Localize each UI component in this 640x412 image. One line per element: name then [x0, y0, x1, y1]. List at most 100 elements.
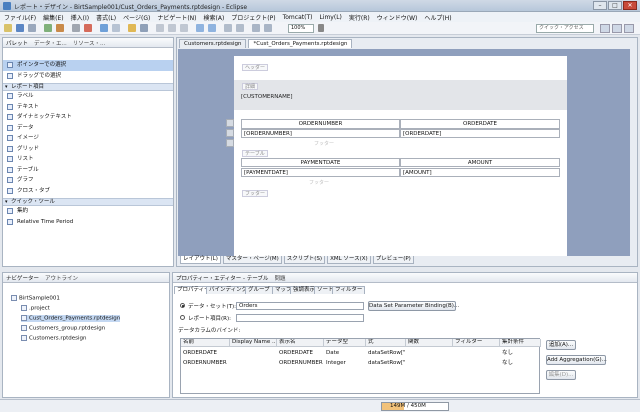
- col-display-name[interactable]: 表示名: [277, 339, 324, 347]
- zoom-out-icon[interactable]: [252, 24, 260, 32]
- add-aggregation-button[interactable]: Add Aggregation(G)...: [546, 355, 607, 365]
- palette-crosstab[interactable]: クロス・タブ: [3, 186, 173, 197]
- zoom-in-icon[interactable]: [264, 24, 272, 32]
- minimize-button[interactable]: –: [593, 1, 607, 10]
- col-function[interactable]: 関数: [406, 339, 453, 347]
- tab-navigator[interactable]: ナビゲーター: [6, 274, 39, 282]
- orders-cell-orderdate[interactable]: [ORDERDATE]: [400, 129, 560, 138]
- col-name[interactable]: 名前: [181, 339, 230, 347]
- add-binding-button[interactable]: 追加(A)...: [546, 340, 576, 350]
- maximize-button[interactable]: □: [608, 1, 622, 10]
- quick-access-input[interactable]: クイック・アクセス: [536, 24, 594, 33]
- export-icon[interactable]: [140, 24, 148, 32]
- payments-header-paymentdate[interactable]: PAYMENTDATE: [241, 158, 400, 167]
- header-band-label[interactable]: ヘッダー: [242, 64, 269, 71]
- tab-master-page[interactable]: マスター・ページ(M): [222, 256, 282, 264]
- report-item-select[interactable]: [236, 314, 364, 322]
- report-item-radio[interactable]: [180, 315, 185, 320]
- menu-edit[interactable]: 編集(E): [43, 13, 63, 22]
- menu-limy[interactable]: Limy(L): [319, 14, 341, 21]
- col-aggregate-on[interactable]: 集計条件: [500, 339, 541, 347]
- subtab-groups[interactable]: グループ: [245, 286, 273, 294]
- footer-band-label[interactable]: フッター: [242, 190, 269, 197]
- col-filter[interactable]: フィルター: [453, 339, 500, 347]
- folder-icon[interactable]: [128, 24, 136, 32]
- subtab-binding[interactable]: バインディング: [206, 286, 251, 294]
- pointer-select-tool[interactable]: ポインターでの選択: [3, 60, 173, 71]
- open-icon[interactable]: [112, 24, 120, 32]
- tree-project[interactable]: BirtSample001: [11, 295, 60, 302]
- menu-window[interactable]: ウィンドウ(W): [377, 13, 418, 22]
- perspective-java-icon[interactable]: [624, 24, 634, 33]
- table-label[interactable]: テーブル: [242, 150, 268, 157]
- perspective-open-icon[interactable]: [600, 24, 610, 33]
- close-button[interactable]: ✕: [623, 1, 637, 10]
- col-display-name-key[interactable]: Display Name ...: [230, 339, 277, 347]
- tab-script[interactable]: スクリプト(S): [283, 256, 326, 264]
- palette-table[interactable]: テーブル: [3, 165, 173, 176]
- col-expression[interactable]: 式: [366, 339, 406, 347]
- heap-status[interactable]: 149M / 450M: [381, 402, 449, 411]
- dataset-radio[interactable]: [180, 303, 185, 308]
- search-icon[interactable]: [72, 24, 80, 32]
- debug-icon[interactable]: [56, 24, 64, 32]
- orders-header-ordernumber[interactable]: ORDERNUMBER: [241, 119, 400, 129]
- palette-grid[interactable]: グリッド: [3, 144, 173, 155]
- tab-data-explorer[interactable]: データ・エ...: [34, 39, 67, 47]
- palette-dynamic-text[interactable]: ダイナミックテキスト: [3, 112, 173, 123]
- editor-tab-customers[interactable]: Customers.rptdesign: [179, 39, 247, 48]
- stop-icon[interactable]: [84, 24, 92, 32]
- orders-cell-ordernumber[interactable]: [ORDERNUMBER]: [241, 129, 400, 138]
- tab-outline[interactable]: アウトライン: [45, 274, 78, 282]
- menu-navigate[interactable]: ナビゲート(N): [157, 13, 196, 22]
- editor-tab-cust-orders[interactable]: *Cust_Orders_Payments.rptdesign: [248, 39, 353, 48]
- save-all-icon[interactable]: [28, 24, 36, 32]
- section-report-items[interactable]: レポート項目: [3, 83, 173, 91]
- subtab-filter[interactable]: フィルター: [332, 286, 366, 294]
- palette-label[interactable]: ラベル: [3, 91, 173, 102]
- orders-header-orderdate[interactable]: ORDERDATE: [400, 119, 560, 129]
- paste-icon[interactable]: [180, 24, 188, 32]
- copy-icon[interactable]: [168, 24, 176, 32]
- tab-problems[interactable]: 問題: [274, 274, 285, 282]
- palette-relative-time[interactable]: Relative Time Period: [3, 217, 173, 228]
- tree-file-customers-group[interactable]: Customers_group.rptdesign: [21, 325, 105, 332]
- payments-header-amount[interactable]: AMOUNT: [400, 158, 560, 167]
- tab-preview[interactable]: プレビュー(P): [372, 256, 414, 264]
- tree-file-cust-orders[interactable]: Cust_Orders_Payments.rptdesign: [21, 315, 121, 322]
- tab-property-editor[interactable]: プロパティー・エディター - テーブル: [176, 274, 268, 282]
- payments-cell-paymentdate[interactable]: [PAYMENTDATE]: [241, 168, 400, 177]
- palette-image[interactable]: イメージ: [3, 133, 173, 144]
- undo-icon[interactable]: [196, 24, 204, 32]
- menu-insert[interactable]: 挿入(I): [71, 13, 89, 22]
- palette-text[interactable]: テキスト: [3, 102, 173, 113]
- menu-help[interactable]: ヘルプ(H): [424, 13, 451, 22]
- save-icon[interactable]: [16, 24, 24, 32]
- section-quick-tools[interactable]: クイック・ツール: [3, 198, 173, 206]
- dataset-select[interactable]: Orders: [236, 302, 364, 310]
- menu-project[interactable]: プロジェクト(P): [231, 13, 275, 22]
- palette-list[interactable]: リスト: [3, 154, 173, 165]
- payments-cell-amount[interactable]: [AMOUNT]: [400, 168, 560, 177]
- palette-aggregation[interactable]: 集約: [3, 206, 173, 217]
- tree-file-customers[interactable]: Customers.rptdesign: [21, 335, 86, 342]
- tab-xml-source[interactable]: XML ソース(X): [327, 256, 371, 264]
- row-handle-footer[interactable]: [226, 139, 234, 147]
- menu-file[interactable]: ファイル(F): [4, 13, 36, 22]
- col-data-type[interactable]: データ型: [324, 339, 366, 347]
- menu-tomcat[interactable]: Tomcat(T): [283, 14, 313, 21]
- customername-field[interactable]: [CUSTOMERNAME]: [241, 94, 292, 100]
- tab-palette[interactable]: パレット: [6, 39, 28, 47]
- edit-binding-button[interactable]: 編集(D)...: [546, 370, 576, 380]
- row-handle-header[interactable]: [226, 119, 234, 127]
- palette-chart[interactable]: グラフ: [3, 175, 173, 186]
- menu-search[interactable]: 検索(A): [204, 13, 225, 22]
- tab-layout[interactable]: レイアウト(L): [180, 256, 221, 264]
- drag-select-tool[interactable]: ドラッグでの選択: [3, 71, 173, 82]
- detail-band-label[interactable]: 詳細: [242, 83, 259, 90]
- run-icon[interactable]: [44, 24, 52, 32]
- palette-data[interactable]: データ: [3, 123, 173, 134]
- perspective-report-icon[interactable]: [612, 24, 622, 33]
- preview-icon[interactable]: [100, 24, 108, 32]
- param-binding-button[interactable]: Data Set Parameter Binding(B)...: [368, 301, 459, 311]
